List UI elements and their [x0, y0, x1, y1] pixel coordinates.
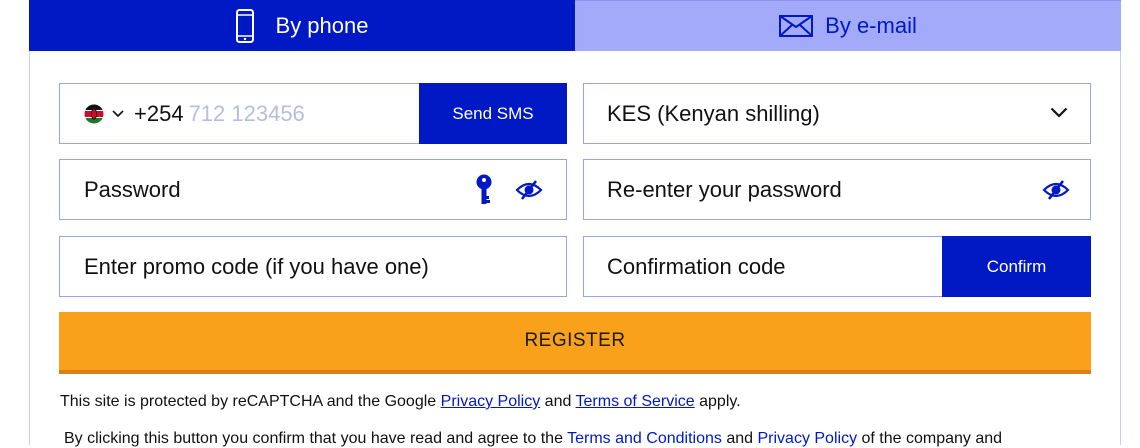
chevron-down-icon[interactable]: [112, 109, 124, 118]
tab-by-phone-label: By phone: [275, 12, 369, 38]
agreement-notice: By clicking this button you confirm that…: [64, 430, 1002, 448]
recaptcha-and: and: [544, 393, 572, 410]
confirm-button[interactable]: Confirm: [942, 236, 1091, 297]
kenya-flag-icon[interactable]: [84, 104, 104, 124]
tab-by-email[interactable]: By e-mail: [575, 0, 1121, 51]
privacy-policy-link[interactable]: Privacy Policy: [757, 430, 857, 447]
promo-code-field[interactable]: Enter promo code (if you have one): [59, 236, 567, 297]
agreement-and: and: [726, 430, 754, 447]
phone-input[interactable]: 712 123456: [189, 101, 305, 127]
phone-field[interactable]: +254 712 123456 Send SMS: [59, 83, 567, 144]
password-field[interactable]: Password: [59, 159, 567, 220]
envelope-icon: [779, 15, 814, 37]
confirmation-code-input[interactable]: Confirmation code: [607, 254, 786, 280]
confirmation-code-field[interactable]: Confirmation code Confirm: [583, 236, 1091, 297]
eye-slash-icon[interactable]: [515, 179, 543, 206]
recaptcha-suffix: apply.: [699, 393, 741, 410]
recaptcha-notice: This site is protected by reCAPTCHA and …: [60, 393, 741, 411]
terms-and-conditions-link[interactable]: Terms and Conditions: [567, 430, 722, 447]
password-input[interactable]: Password: [84, 177, 181, 203]
agreement-suffix: of the company and: [861, 430, 1003, 447]
registration-tabs: By phone By e-mail: [29, 0, 1121, 51]
eye-slash-icon[interactable]: [1042, 179, 1070, 206]
repeat-password-field[interactable]: Re-enter your password: [583, 159, 1091, 220]
key-icon[interactable]: [475, 174, 493, 213]
registration-panel: [29, 0, 1121, 445]
send-sms-button[interactable]: Send SMS: [419, 83, 567, 144]
tab-by-email-label: By e-mail: [825, 13, 917, 38]
tab-by-phone[interactable]: By phone: [29, 0, 575, 51]
phone-prefix: +254: [134, 100, 184, 126]
currency-value: KES (Kenyan shilling): [607, 100, 820, 126]
promo-code-input[interactable]: Enter promo code (if you have one): [84, 254, 429, 280]
recaptcha-text: This site is protected by reCAPTCHA and …: [60, 393, 437, 410]
agreement-text: By clicking this button you confirm that…: [64, 430, 563, 447]
chevron-down-icon: [1050, 105, 1068, 123]
register-button[interactable]: REGISTER: [59, 312, 1091, 374]
repeat-password-input[interactable]: Re-enter your password: [607, 177, 842, 203]
google-privacy-policy-link[interactable]: Privacy Policy: [441, 393, 541, 410]
phone-icon: [235, 8, 254, 43]
currency-select[interactable]: KES (Kenyan shilling): [583, 83, 1091, 144]
google-terms-link[interactable]: Terms of Service: [576, 393, 695, 410]
